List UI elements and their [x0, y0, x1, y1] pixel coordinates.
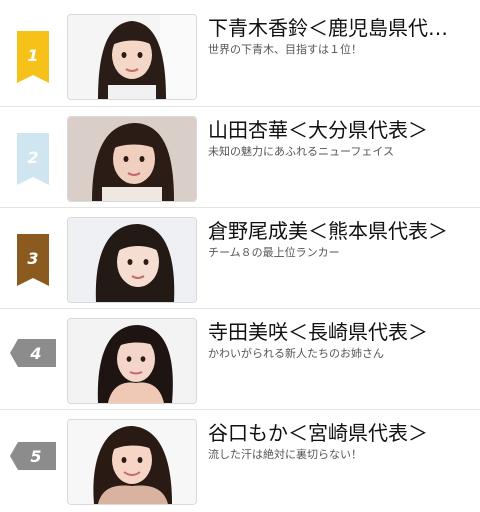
rank-1-number: 1 [27, 46, 38, 65]
member-catchphrase: 流した汗は絶対に裏切らない！ [208, 448, 362, 461]
member-photo[interactable] [67, 116, 197, 202]
ranking-list: 1 下青木香鈴＜鹿児島県代… 世界の下青木、目指すは１位！ 2 山田杏華＜大分県… [0, 0, 480, 512]
ranking-row-2[interactable]: 2 山田杏華＜大分県代表＞ 未知の魅力にあふれるニューフェイス [0, 106, 480, 207]
rank-1-ribbon-icon: 1 [10, 31, 56, 83]
member-name: 下青木香鈴＜鹿児島県代… [208, 16, 448, 40]
member-photo[interactable] [67, 217, 197, 303]
rank-4-number: 4 [29, 344, 41, 363]
rank-3-ribbon-icon: 3 [10, 234, 56, 286]
member-catchphrase: 未知の魅力にあふれるニューフェイス [208, 145, 395, 158]
member-photo[interactable] [67, 419, 197, 505]
member-name: 倉野尾成美＜熊本県代表＞ [208, 219, 448, 243]
rank-2-ribbon-icon: 2 [10, 133, 56, 185]
member-photo[interactable] [67, 318, 197, 404]
rank-5-number: 5 [30, 447, 41, 466]
rank-3-number: 3 [27, 249, 38, 268]
ranking-row-1[interactable]: 1 下青木香鈴＜鹿児島県代… 世界の下青木、目指すは１位！ [0, 5, 480, 106]
member-name: 山田杏華＜大分県代表＞ [208, 118, 428, 142]
member-name: 谷口もか＜宮崎県代表＞ [208, 421, 428, 445]
member-name: 寺田美咲＜長崎県代表＞ [208, 320, 428, 344]
member-catchphrase: 世界の下青木、目指すは１位！ [208, 43, 362, 56]
member-catchphrase: かわいがられる新人たちのお姉さん [208, 347, 384, 360]
ranking-row-5[interactable]: 5 谷口もか＜宮崎県代表＞ 流した汗は絶対に裏切らない！ [0, 409, 480, 510]
member-catchphrase: チーム８の最上位ランカー [208, 246, 340, 259]
rank-2-number: 2 [27, 148, 38, 167]
member-photo[interactable] [67, 14, 197, 100]
rank-4-badge-icon: 4 [10, 327, 56, 379]
rank-5-badge-icon: 5 [10, 430, 56, 482]
ranking-row-3[interactable]: 3 倉野尾成美＜熊本県代表＞ チーム８の最上位ランカー [0, 207, 480, 308]
ranking-row-4[interactable]: 4 寺田美咲＜長崎県代表＞ かわいがられる新人たちのお姉さん [0, 308, 480, 409]
